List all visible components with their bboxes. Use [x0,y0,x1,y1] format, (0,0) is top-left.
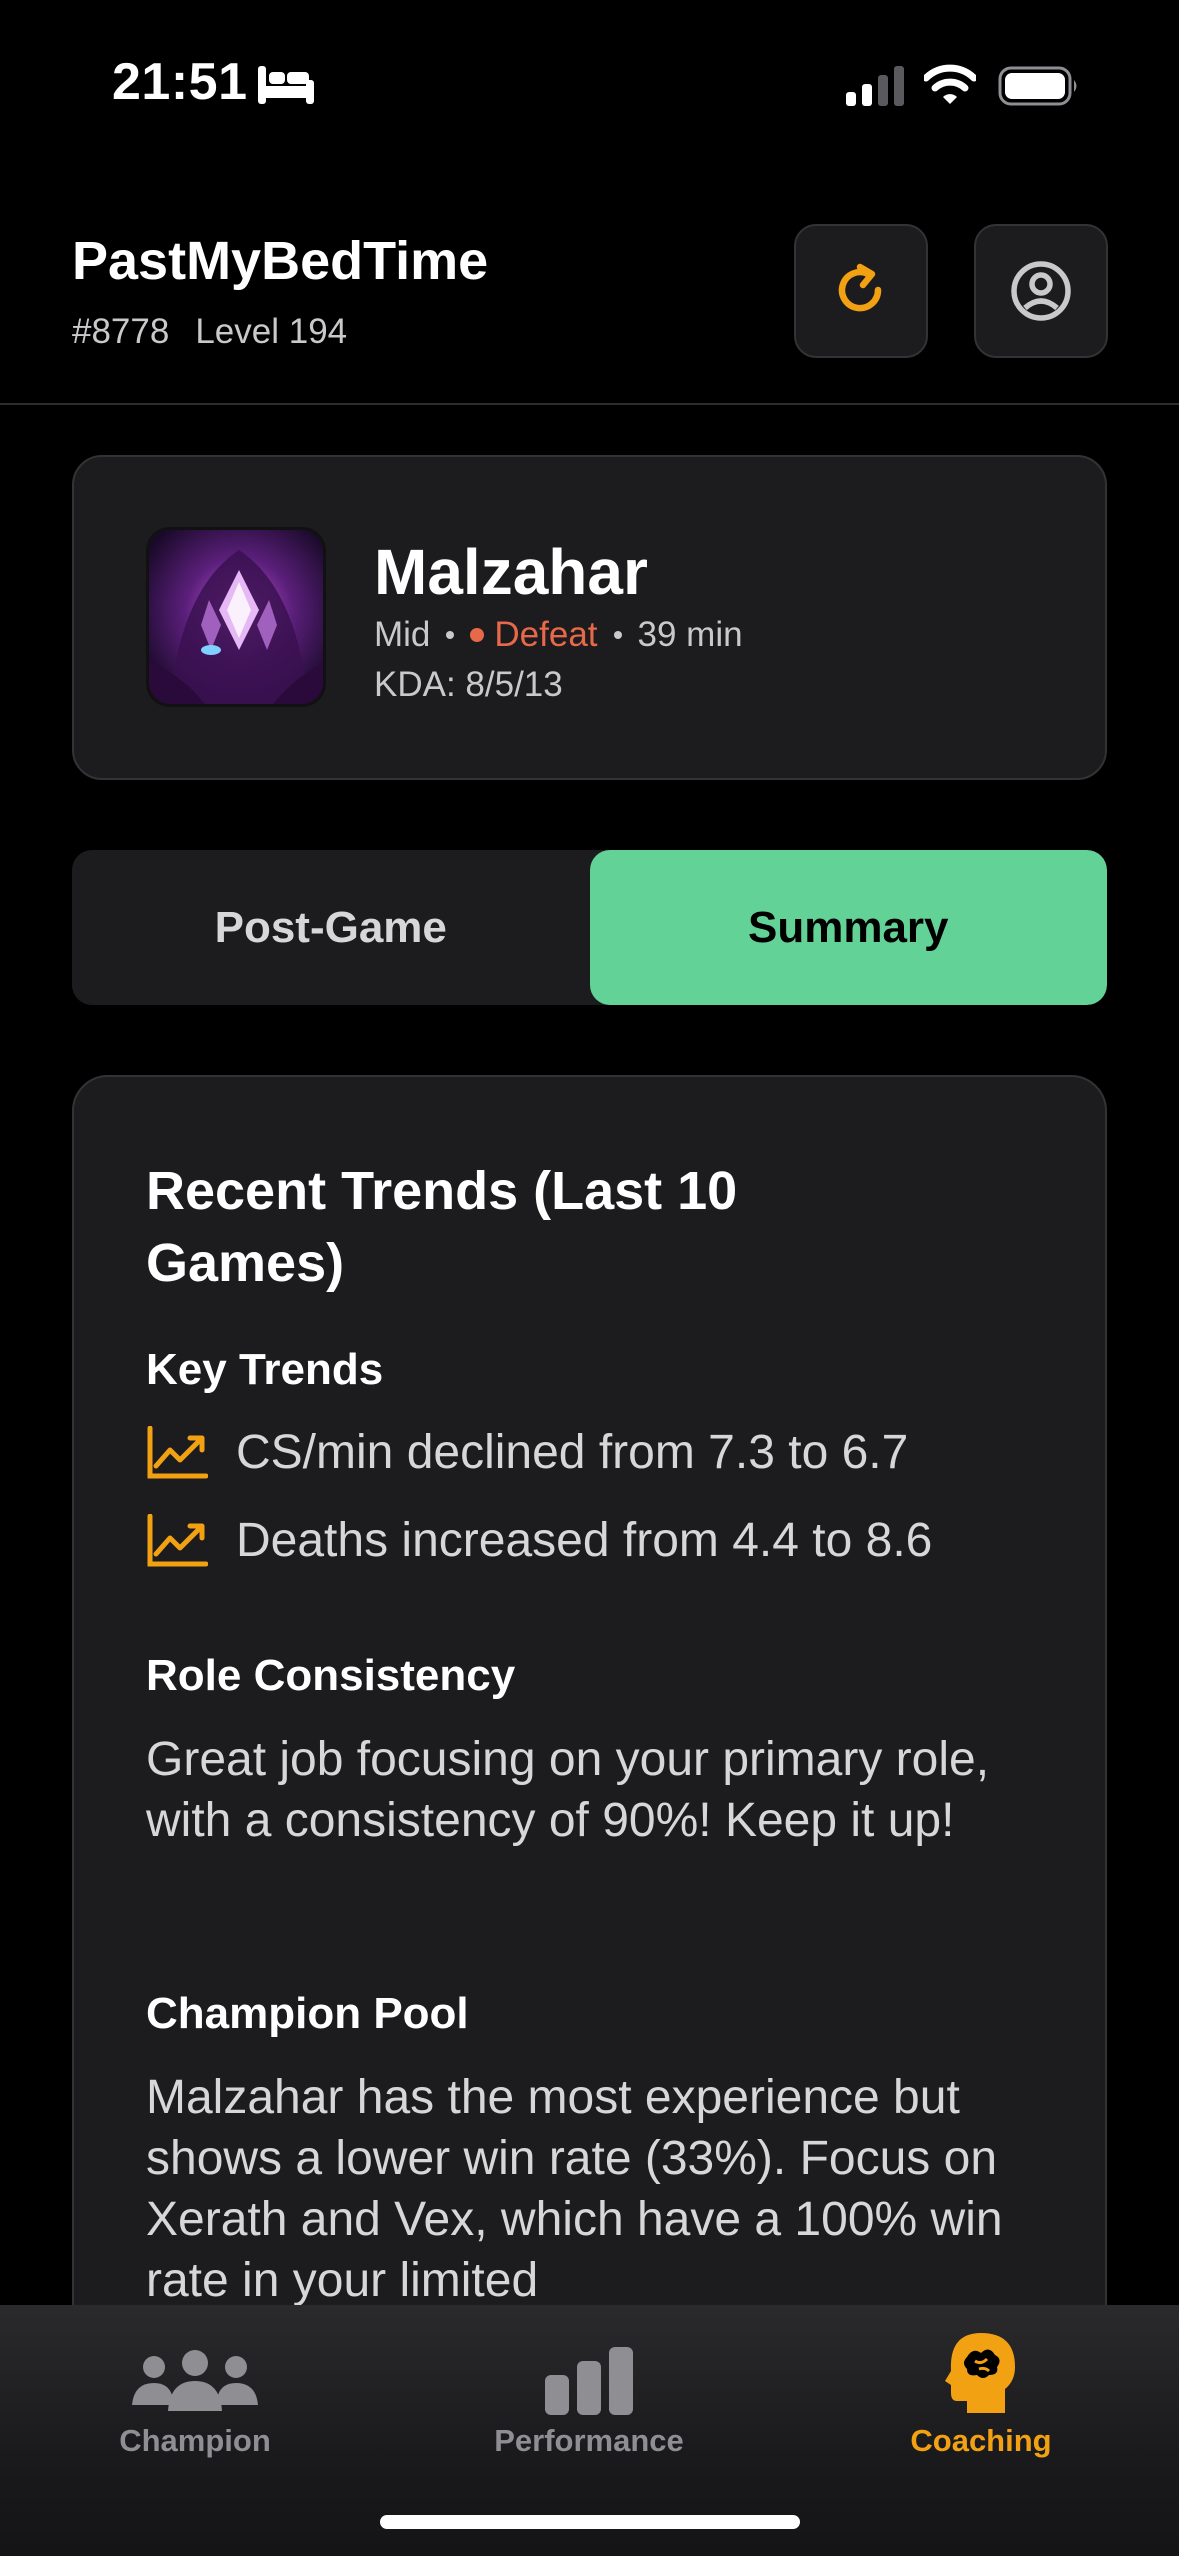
tab-label: Performance [494,2423,684,2458]
bed-icon [258,66,314,104]
summary-title: Recent Trends (Last 10 Games) [146,1161,738,1293]
trend-item: CS/min declined from 7.3 to 6.7 [146,1425,908,1480]
profile-button[interactable] [974,224,1108,358]
result-indicator-dot [470,628,485,642]
trend-item: Deaths increased from 4.4 to 8.6 [146,1513,932,1568]
view-segmented-control: Post-Game Summary [72,850,1107,1005]
refresh-button[interactable] [794,224,928,358]
user-level: Level 194 [195,312,348,351]
key-trends-heading: Key Trends [146,1345,384,1394]
separator-dot [613,631,622,639]
trend-text: Deaths increased from 4.4 to 8.6 [236,1514,933,1567]
tab-champion[interactable]: Champion [45,2305,345,2475]
match-kda: KDA: 8/5/13 [374,665,563,704]
user-tag: #8778 [72,312,170,351]
profile-icon [1011,261,1071,321]
champion-pool-heading: Champion Pool [146,1989,469,2038]
match-role: Mid [374,615,431,654]
refresh-icon [838,263,882,312]
bar-chart-icon [545,2347,633,2415]
trend-chart-icon [147,1425,208,1478]
home-indicator[interactable] [380,2515,800,2529]
battery-icon [998,66,1077,106]
tab-post-game[interactable]: Post-Game [72,850,590,1005]
champion-portrait [146,527,326,707]
tab-summary[interactable]: Summary [589,850,1107,1005]
user-meta: #8778 Level 194 [72,312,347,352]
champion-pool-text: Malzahar has the most experience but sho… [146,2071,1003,2307]
username: PastMyBedTime [72,231,489,291]
people-icon [132,2350,258,2411]
status-time: 21:51 [112,53,248,111]
summary-card: Recent Trends (Last 10 Games) Key Trends… [72,1075,1107,2475]
cellular-signal-icon [846,66,904,106]
trend-chart-icon [147,1513,208,1566]
status-bar: 21:51 [0,0,1179,160]
tab-coaching[interactable]: Coaching [831,2305,1131,2475]
match-duration: 39 min [637,615,743,654]
tab-label: Coaching [910,2423,1052,2458]
app-header: PastMyBedTime #8778 Level 194 [0,160,1179,405]
brain-head-icon [945,2333,1015,2413]
tab-performance[interactable]: Performance [439,2305,739,2475]
role-consistency-heading: Role Consistency [146,1651,516,1700]
separator-dot [446,631,455,639]
role-consistency-text: Great job focusing on your primary role,… [146,1733,990,1847]
champion-name: Malzahar [374,536,648,608]
match-result: Defeat [494,615,598,654]
tab-label: Champion [119,2423,271,2458]
trend-text: CS/min declined from 7.3 to 6.7 [236,1426,909,1479]
wifi-icon [924,64,976,104]
match-card[interactable]: Malzahar Mid Defeat 39 min KDA: 8/5/13 [72,455,1107,780]
match-info: Mid Defeat 39 min [374,615,743,655]
